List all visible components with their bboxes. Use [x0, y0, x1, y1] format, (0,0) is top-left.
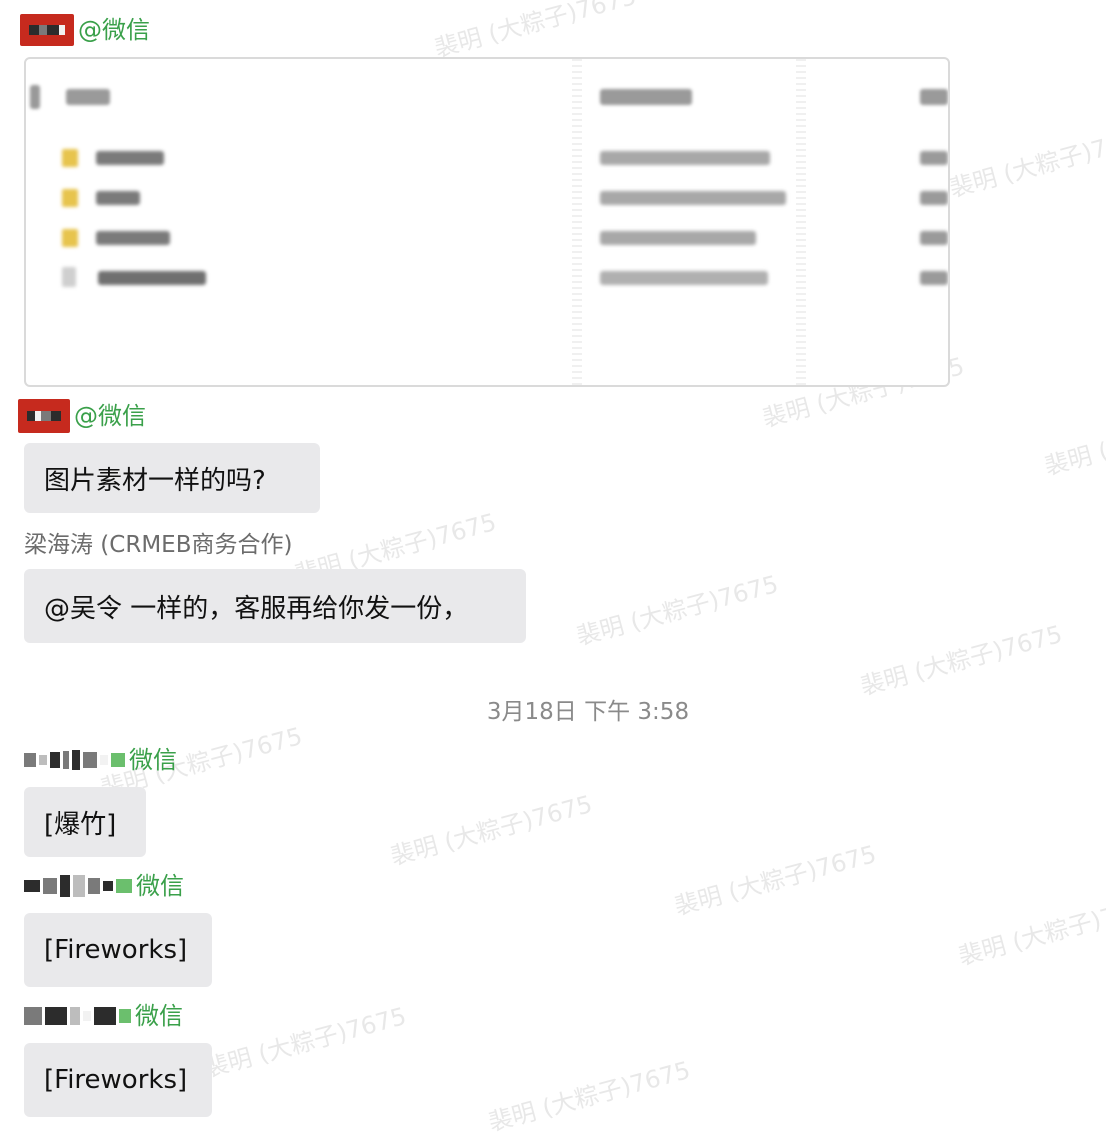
message-bubble[interactable]: [Fireworks] [24, 913, 212, 987]
redacted-sender-name [24, 1004, 131, 1028]
redacted-avatar [20, 14, 74, 46]
watermark: 裴明 (大粽子)7675 [573, 570, 782, 651]
message-bubble[interactable]: [爆竹] [24, 787, 146, 857]
message-sender[interactable]: @微信 [20, 12, 150, 48]
redacted-sender-name [24, 748, 125, 772]
wechat-tag: @微信 [74, 402, 146, 430]
file-row [26, 185, 948, 215]
image-message[interactable] [24, 57, 950, 387]
redacted-avatar [18, 399, 70, 433]
wechat-tag: 微信 [136, 872, 184, 900]
message-sender[interactable]: 微信 [24, 868, 184, 904]
file-row [26, 145, 948, 175]
redacted-sender-name [24, 874, 132, 898]
file-row [26, 225, 948, 255]
message-sender[interactable]: 微信 [24, 742, 177, 778]
watermark: 裴明 (大粽子)7675 [485, 1056, 694, 1137]
wechat-tag: @微信 [78, 16, 150, 44]
watermark: 裴明 (大粽子)7675 [857, 620, 1066, 701]
file-list-header [26, 85, 948, 115]
watermark: 裴明 (大粽子)7675 [387, 790, 596, 871]
watermark: 裴明 (大粽子)7675 [1041, 400, 1106, 481]
message-bubble[interactable]: @吴令 一样的，客服再给你发一份， [24, 569, 526, 643]
watermark: 裴明 (大粽子)7675 [431, 0, 640, 63]
message-sender[interactable]: 梁海涛 (CRMEB商务合作) [24, 524, 292, 560]
watermark: 裴明 (大粽子)7675 [201, 1002, 410, 1083]
message-bubble[interactable]: 图片素材一样的吗? [24, 443, 320, 513]
sender-name: 梁海涛 (CRMEB商务合作) [24, 532, 293, 558]
timestamp-divider: 3月18日 下午 3:58 [486, 699, 690, 725]
message-bubble[interactable]: [Fireworks] [24, 1043, 212, 1117]
wechat-tag: 微信 [129, 746, 177, 774]
watermark: 裴明 (大粽子)7675 [955, 890, 1106, 971]
watermark: 裴明 (大粽子)7675 [946, 122, 1106, 203]
message-sender[interactable]: 微信 [24, 998, 183, 1034]
wechat-tag: 微信 [135, 1002, 183, 1030]
file-row [26, 265, 948, 295]
message-sender[interactable]: @微信 [18, 398, 146, 434]
watermark: 裴明 (大粽子)7675 [671, 840, 880, 921]
